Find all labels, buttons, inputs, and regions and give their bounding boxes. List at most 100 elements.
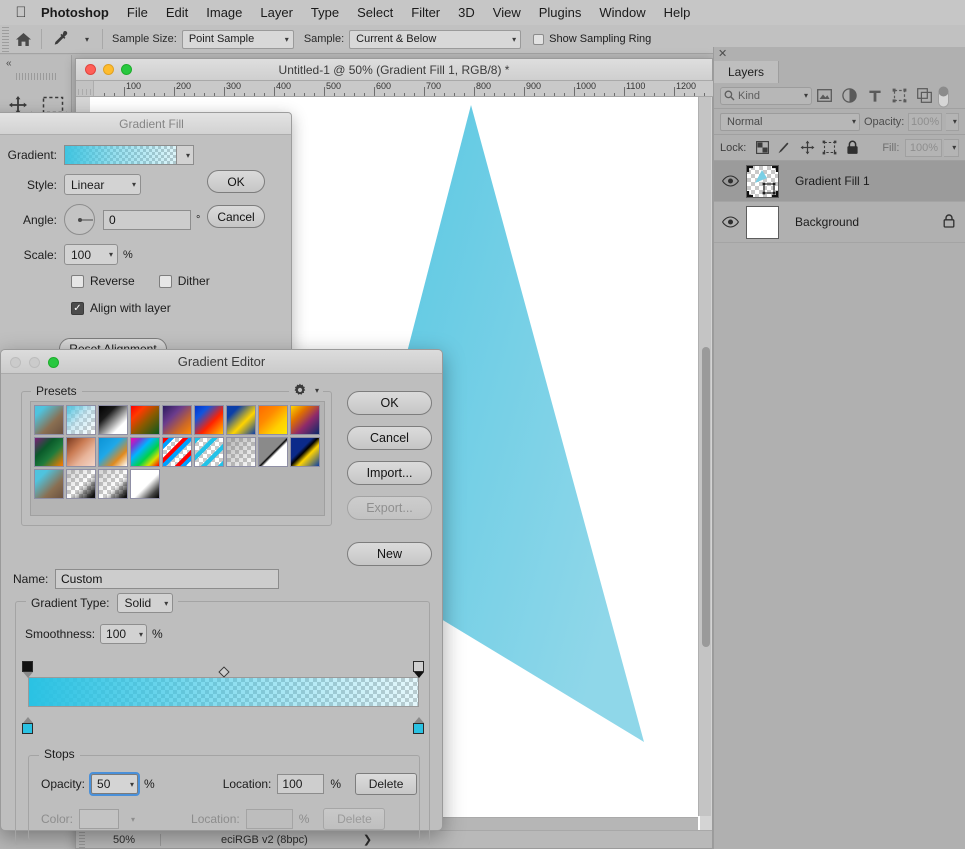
tools-panel-grip[interactable] — [15, 73, 56, 80]
lock-artboard-icon[interactable] — [820, 138, 840, 158]
opacity-delete-button[interactable]: Delete — [355, 773, 418, 795]
fill-value[interactable]: 100% — [905, 138, 943, 157]
vertical-scrollbar[interactable] — [698, 97, 711, 816]
opacity-input[interactable]: 50 ▾ — [89, 772, 141, 796]
align-with-layer-checkbox[interactable]: ✓ — [71, 301, 84, 315]
menu-layer[interactable]: Layer — [251, 0, 302, 25]
document-titlebar[interactable]: Untitled-1 @ 50% (Gradient Fill 1, RGB/8… — [76, 59, 712, 81]
image-filter-icon[interactable] — [812, 86, 837, 106]
sample-size-select[interactable]: Point Sample ▾ — [181, 29, 294, 49]
preset-swatch-preset-4[interactable] — [130, 405, 160, 435]
dither-checkbox[interactable] — [158, 274, 172, 288]
gradient-preview-swatch[interactable] — [64, 145, 177, 165]
presets-gear-button[interactable]: ▾ — [288, 383, 323, 397]
preset-swatch-preset-6[interactable] — [194, 405, 224, 435]
sample-select[interactable]: Current & Below ▾ — [349, 29, 522, 49]
ruler-origin[interactable] — [76, 81, 94, 96]
opacity-stepper[interactable]: ▾ — [945, 112, 959, 131]
fill-stepper[interactable]: ▾ — [944, 138, 960, 157]
preset-swatch-preset-7[interactable] — [226, 405, 256, 435]
lock-position-icon[interactable] — [797, 138, 817, 158]
blend-mode-select[interactable]: Normal ▾ — [720, 112, 860, 131]
layer-visibility-eye-icon[interactable] — [714, 216, 746, 228]
angle-dial[interactable] — [64, 204, 95, 235]
scale-select[interactable]: 100 ▾ — [64, 244, 118, 265]
color-stop-marker[interactable] — [21, 717, 35, 734]
lock-image-icon[interactable] — [775, 138, 795, 158]
cancel-button[interactable]: Cancel — [207, 205, 265, 228]
menu-image[interactable]: Image — [197, 0, 251, 25]
menu-photoshop[interactable]: Photoshop — [32, 0, 118, 25]
tab-layers[interactable]: Layers — [714, 61, 780, 83]
menu-view[interactable]: View — [484, 0, 530, 25]
adjustment-filter-icon[interactable] — [837, 86, 862, 106]
cancel-button[interactable]: Cancel — [347, 426, 432, 450]
preset-swatch-preset-19[interactable] — [34, 469, 64, 499]
menu-type[interactable]: Type — [302, 0, 348, 25]
layer-row[interactable]: Gradient Fill 1 — [714, 161, 965, 202]
new-button[interactable]: New — [347, 542, 432, 566]
ok-button[interactable]: OK — [207, 170, 265, 193]
preset-swatch-preset-18[interactable] — [290, 437, 320, 467]
gradient-fill-dialog-title[interactable]: Gradient Fill — [0, 113, 291, 135]
menu-file[interactable]: File — [118, 0, 157, 25]
apple-logo-icon[interactable]:  — [10, 4, 32, 22]
gradient-fill-thumbnail[interactable] — [746, 164, 779, 198]
opacity-midpoint-diamond[interactable] — [217, 666, 230, 678]
close-icon[interactable]: ✕ — [718, 47, 727, 60]
preset-swatch-preset-20[interactable] — [66, 469, 96, 499]
menu-window[interactable]: Window — [590, 0, 654, 25]
gradient-type-select[interactable]: Solid ▾ — [116, 593, 174, 613]
opacity-value[interactable]: 100% — [908, 112, 942, 131]
preset-swatch-preset-12[interactable] — [98, 437, 128, 467]
angle-input[interactable]: 0 — [103, 209, 191, 230]
preset-swatch-preset-22[interactable] — [130, 469, 160, 499]
preset-swatch-preset-3[interactable] — [98, 405, 128, 435]
preset-swatch-preset-16[interactable] — [226, 437, 256, 467]
menu-help[interactable]: Help — [655, 0, 700, 25]
horizontal-ruler[interactable]: 100 200 300 400 500 600 700 800 900 1000 1100 1200 — [76, 81, 714, 97]
menu-3d[interactable]: 3D — [449, 0, 484, 25]
filter-kind-select[interactable]: Kind ▾ — [720, 86, 812, 105]
home-icon[interactable] — [11, 28, 35, 50]
preset-swatch-preset-9[interactable] — [290, 405, 320, 435]
menu-plugins[interactable]: Plugins — [530, 0, 591, 25]
show-sampling-ring-checkbox[interactable]: Show Sampling Ring — [533, 33, 651, 45]
tool-preset-chevron-icon[interactable]: ▾ — [72, 28, 96, 50]
preset-swatch-preset-10[interactable] — [34, 437, 64, 467]
opacity-location-input[interactable]: 100 — [277, 774, 325, 794]
layer-visibility-eye-icon[interactable] — [714, 175, 746, 187]
layer-name[interactable]: Gradient Fill 1 — [779, 174, 965, 188]
preset-swatch-preset-1[interactable] — [34, 405, 64, 435]
menu-filter[interactable]: Filter — [402, 0, 449, 25]
opacity-stop-marker[interactable] — [21, 661, 35, 678]
shape-filter-icon[interactable] — [887, 86, 912, 106]
menu-edit[interactable]: Edit — [157, 0, 197, 25]
smart-object-filter-icon[interactable] — [912, 86, 937, 106]
preset-swatch-preset-2[interactable] — [66, 405, 96, 435]
type-filter-icon[interactable] — [862, 86, 887, 106]
opacity-stop-marker[interactable] — [412, 661, 426, 678]
preset-swatch-preset-14[interactable] — [162, 437, 192, 467]
gradient-bar[interactable] — [28, 677, 419, 707]
vertical-scrollbar-thumb[interactable] — [702, 347, 710, 647]
options-bar-grip[interactable] — [0, 24, 11, 54]
presets-list[interactable] — [30, 401, 325, 516]
preset-swatch-preset-15[interactable] — [194, 437, 224, 467]
gradient-editor-titlebar[interactable]: Gradient Editor — [1, 350, 442, 374]
preset-swatch-preset-21[interactable] — [98, 469, 128, 499]
reverse-checkbox[interactable] — [71, 274, 84, 288]
eyedropper-icon[interactable] — [48, 28, 72, 50]
color-stop-marker[interactable] — [412, 717, 426, 734]
layer-name[interactable]: Background — [779, 215, 943, 229]
ok-button[interactable]: OK — [347, 391, 432, 415]
gradient-dropdown-button[interactable]: ▾ — [177, 145, 194, 165]
preset-swatch-preset-5[interactable] — [162, 405, 192, 435]
name-input[interactable]: Custom — [55, 569, 279, 589]
menu-select[interactable]: Select — [348, 0, 402, 25]
lock-transparency-icon[interactable] — [752, 138, 772, 158]
white-thumbnail[interactable] — [746, 205, 779, 239]
layer-row[interactable]: Background — [714, 202, 965, 243]
import-button[interactable]: Import... — [347, 461, 432, 485]
preset-swatch-preset-13[interactable] — [130, 437, 160, 467]
